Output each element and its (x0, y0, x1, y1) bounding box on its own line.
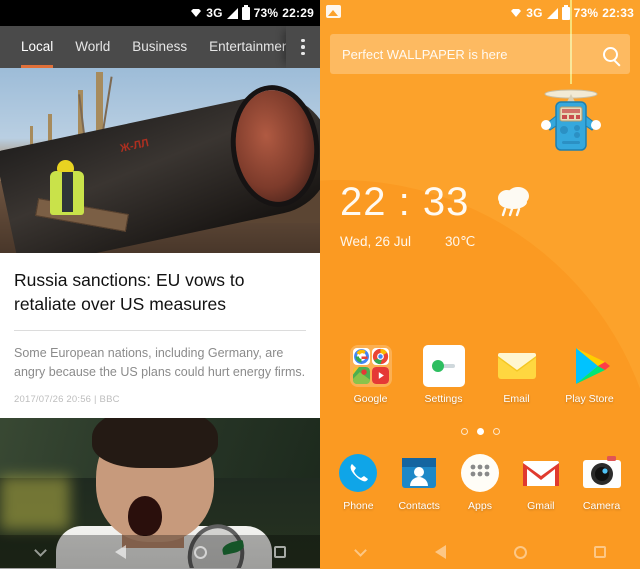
home-icon[interactable] (498, 535, 542, 569)
article-meta: 2017/07/26 20:56 | BBC (0, 382, 320, 418)
clock-label: 22:29 (282, 6, 314, 20)
article-timestamp: 2017/07/26 20:56 (14, 393, 92, 405)
home-app-row-1: Google Settings Email Play Store (320, 345, 640, 405)
network-type-label: 3G (526, 6, 543, 20)
worker-helmet (57, 160, 74, 172)
app-label: Settings (424, 393, 463, 405)
app-contacts[interactable]: Contacts (392, 452, 446, 512)
hide-chevron-icon[interactable] (338, 535, 382, 569)
robot-gameboy-mascot[interactable] (536, 78, 606, 160)
chrome-icon (371, 348, 389, 365)
clock-time: 22 : 33 (340, 180, 470, 224)
camera-icon[interactable] (581, 452, 623, 494)
rain-cloud-icon (493, 185, 533, 219)
phone-icon[interactable] (337, 452, 379, 494)
page-dot-1[interactable] (460, 428, 468, 435)
kebab-dot (301, 45, 305, 49)
tab-entertainment[interactable]: Entertainment (198, 26, 286, 68)
battery-icon (241, 4, 250, 20)
page-indicator[interactable] (320, 428, 640, 435)
search-placeholder[interactable]: Perfect WALLPAPER is here (342, 47, 603, 62)
recents-icon[interactable] (258, 535, 302, 569)
kebab-dot (301, 38, 305, 43)
network-type-label: 3G (206, 6, 223, 20)
right-phone-home-screen: 3G 73% 22:33 Perfect WALLPAPER is here 2… (320, 0, 640, 569)
settings-icon[interactable] (422, 345, 465, 387)
search-icon[interactable] (603, 46, 618, 62)
news-article-card[interactable]: Ж-ЛЛ Russia sanctions: EU vows to retali… (0, 68, 320, 418)
article-source: BBC (99, 393, 120, 405)
battery-icon (561, 4, 570, 20)
back-icon[interactable] (98, 535, 142, 569)
photo-icon (326, 5, 341, 18)
right-status-bar: 3G 73% 22:33 (320, 0, 640, 26)
recents-icon[interactable] (578, 535, 622, 569)
app-gmail[interactable]: Gmail (514, 452, 568, 512)
google-folder-icon[interactable] (349, 345, 392, 387)
app-drawer[interactable]: Apps (453, 452, 507, 512)
kebab-dot (301, 51, 305, 56)
app-label: Phone (343, 500, 374, 512)
app-play-store[interactable]: Play Store (563, 345, 617, 405)
app-google-folder[interactable]: Google (344, 345, 398, 405)
diamond-icon (190, 7, 202, 19)
tab-business[interactable]: Business (121, 26, 198, 68)
tab-local[interactable]: Local (10, 26, 64, 68)
meta-separator: | (94, 393, 97, 405)
youtube-icon (371, 367, 389, 384)
news-tab-bar: Local World Business Entertainment Sp (0, 26, 320, 68)
contacts-icon[interactable] (398, 452, 440, 494)
play-store-icon[interactable] (569, 345, 611, 387)
page-dot-2-active[interactable] (476, 428, 484, 435)
email-icon[interactable] (496, 345, 538, 387)
dual-phone-screenshot: 3G 73% 22:29 Local World Business Entert… (0, 0, 640, 569)
clock-weather-widget[interactable]: 22 : 33 Wed, 26 Jul 30℃ (340, 182, 533, 250)
left-navigation-bar[interactable] (0, 535, 320, 569)
news-feed-list[interactable]: Ж-ЛЛ Russia sanctions: EU vows to retali… (0, 68, 320, 569)
left-phone-news-app: 3G 73% 22:29 Local World Business Entert… (0, 0, 320, 569)
weather-temperature: 30℃ (445, 234, 476, 249)
clock-label: 22:33 (602, 6, 634, 20)
gmail-icon[interactable] (520, 452, 562, 494)
app-email[interactable]: Email (490, 345, 544, 405)
diamond-icon (510, 7, 522, 19)
article-headline[interactable]: Russia sanctions: EU vows to retaliate o… (0, 253, 320, 316)
app-label: Play Store (565, 393, 614, 405)
signal-icon (226, 7, 238, 19)
home-icon[interactable] (178, 535, 222, 569)
player-hair (92, 417, 218, 468)
apps-drawer-icon[interactable] (459, 452, 501, 494)
signal-icon (546, 7, 558, 19)
article-summary: Some European nations, including Germany… (14, 346, 306, 379)
google-search-icon (352, 348, 370, 365)
tab-strip[interactable]: Local World Business Entertainment Sp (0, 26, 286, 68)
app-label: Apps (468, 500, 492, 512)
tab-world[interactable]: World (64, 26, 121, 68)
app-phone[interactable]: Phone (331, 452, 385, 512)
battery-percent-label: 73% (253, 6, 279, 20)
app-label: Contacts (398, 500, 440, 512)
app-camera[interactable]: Camera (575, 452, 629, 512)
app-label: Camera (582, 500, 621, 512)
back-icon[interactable] (418, 535, 462, 569)
search-bar[interactable]: Perfect WALLPAPER is here (330, 34, 630, 74)
hide-chevron-icon[interactable] (18, 535, 62, 569)
battery-percent-label: 73% (573, 6, 599, 20)
clock-date: Wed, 26 Jul (340, 234, 412, 249)
app-label: Email (503, 393, 530, 405)
worker-torso (62, 172, 73, 212)
court-glow (0, 475, 70, 530)
kebab-menu-icon[interactable] (286, 26, 320, 68)
left-status-bar: 3G 73% 22:29 (0, 0, 320, 26)
app-settings[interactable]: Settings (417, 345, 471, 405)
maps-icon (352, 367, 370, 384)
home-dock-row: Phone Contacts Apps Gmail Camera (320, 452, 640, 512)
app-label: Google (353, 393, 388, 405)
app-label: Gmail (527, 500, 555, 512)
article-image-pipeline: Ж-ЛЛ (0, 68, 320, 253)
player-mouth (128, 495, 162, 536)
right-navigation-bar[interactable] (320, 535, 640, 569)
page-dot-3[interactable] (492, 428, 500, 435)
